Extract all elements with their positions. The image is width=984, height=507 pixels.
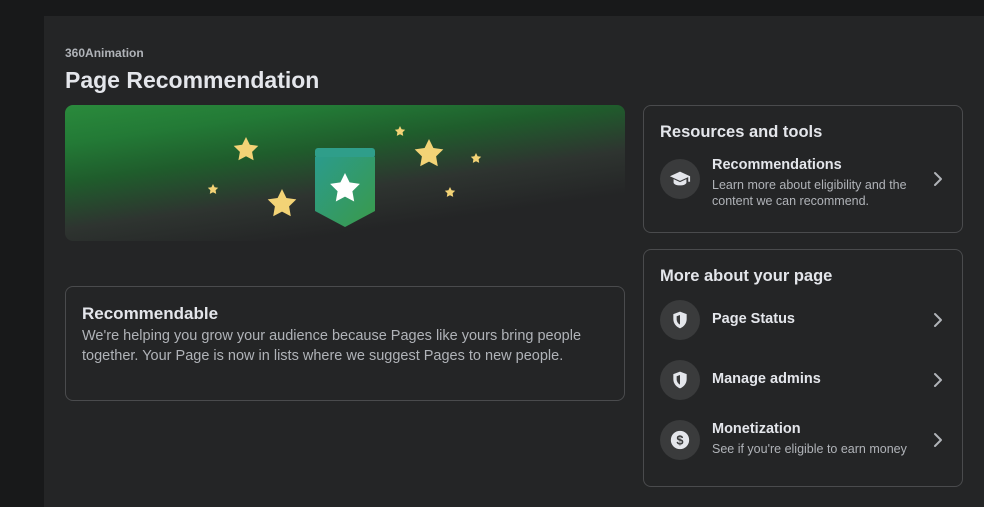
recommendations-title: Recommendations <box>712 157 842 173</box>
manage-admins-title: Manage admins <box>712 371 821 387</box>
badge-illustration <box>207 126 482 227</box>
recommendations-description: Learn more about eligibility and the con… <box>712 178 907 208</box>
star-icon <box>394 126 406 136</box>
more-heading: More about your page <box>660 267 833 285</box>
star-icon <box>470 153 482 163</box>
monetization-description: See if you're eligible to earn money <box>712 442 907 456</box>
chevron-right-icon <box>934 433 942 447</box>
star-icon <box>444 187 456 197</box>
page-recommendation-panel: 360Animation Page Recommendation Recomme… <box>44 16 984 507</box>
graduation-cap-icon <box>660 159 700 199</box>
recommendations-link[interactable]: Recommendations Learn more about eligibi… <box>660 157 948 208</box>
manage-admins-link[interactable]: Manage admins <box>660 358 948 402</box>
page-status-link[interactable]: Page Status <box>660 298 948 342</box>
resources-heading: Resources and tools <box>660 123 823 141</box>
star-icon <box>267 189 297 217</box>
shield-icon <box>660 360 700 400</box>
monetization-title: Monetization <box>712 421 801 437</box>
page-status-title: Page Status <box>712 311 795 327</box>
page-title: Page Recommendation <box>65 67 320 93</box>
status-title: Recommendable <box>82 304 219 323</box>
status-description: We're helping you grow your audience bec… <box>82 328 582 364</box>
more-about-page-card: More about your page Page Status Manage <box>643 249 963 487</box>
chevron-right-icon <box>934 373 942 387</box>
star-icon <box>207 184 219 194</box>
shield-icon <box>660 300 700 340</box>
recommendation-banner <box>65 105 625 241</box>
monetization-link[interactable]: $ Monetization See if you're eligible to… <box>660 418 948 462</box>
svg-text:$: $ <box>676 433 683 448</box>
chevron-right-icon <box>934 313 942 327</box>
star-icon <box>414 139 444 167</box>
star-icon <box>233 137 259 161</box>
recommendable-status-card: Recommendable We're helping you grow you… <box>65 286 625 401</box>
chevron-right-icon <box>934 172 942 186</box>
recommendation-badge-icon <box>315 148 375 227</box>
dollar-icon: $ <box>660 420 700 460</box>
page-name: 360Animation <box>65 46 144 60</box>
resources-card: Resources and tools Recommendations Lear… <box>643 105 963 233</box>
